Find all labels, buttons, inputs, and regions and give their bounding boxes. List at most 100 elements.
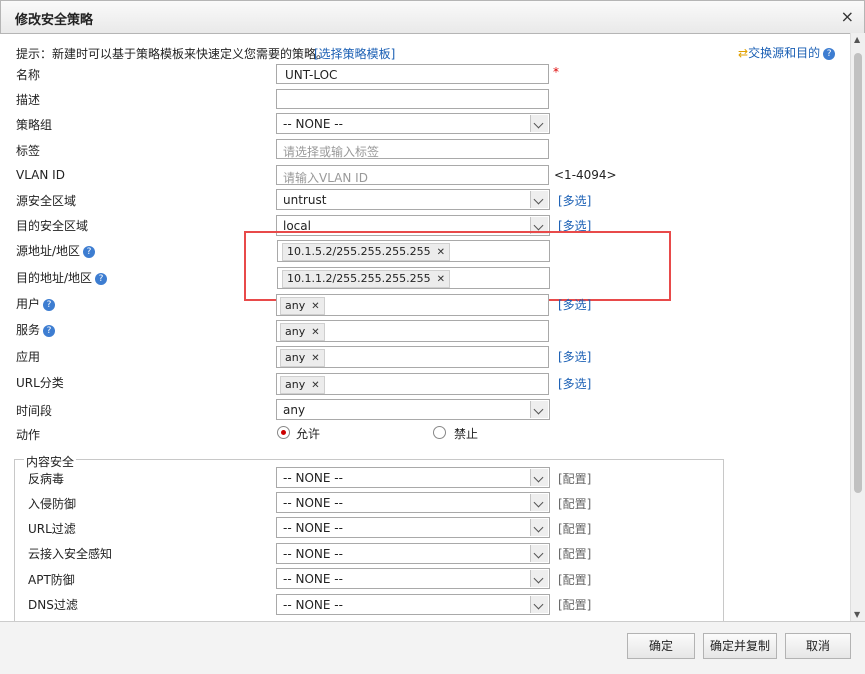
help-icon[interactable]: ?	[43, 324, 56, 337]
cloud-access-config-link[interactable]: [配置]	[558, 545, 591, 562]
action-label: 动作	[16, 428, 41, 442]
url-filter-select[interactable]: -- NONE --	[276, 517, 550, 538]
select-template-link[interactable]: [选择策略模板]	[314, 45, 395, 62]
scroll-down-icon[interactable]: ▼	[854, 610, 860, 619]
chevron-down-icon[interactable]	[530, 115, 548, 132]
remove-icon[interactable]: ✕	[311, 327, 319, 338]
group-value: -- NONE --	[283, 117, 343, 131]
app-tag: any ✕	[280, 349, 325, 367]
user-tag-text: any	[285, 299, 306, 312]
dns-filter-select[interactable]: -- NONE --	[276, 594, 550, 615]
src-addr-label-text: 源地址/地区	[16, 244, 81, 258]
ips-config-link[interactable]: [配置]	[558, 495, 591, 512]
help-icon[interactable]: ?	[823, 47, 836, 60]
apt-config-link[interactable]: [配置]	[558, 571, 591, 588]
dst-addr-label-text: 目的地址/地区	[16, 271, 93, 285]
cloud-access-label: 云接入安全感知	[28, 547, 113, 561]
src-zone-value: untrust	[283, 193, 327, 207]
service-tag: any ✕	[280, 323, 325, 341]
time-label: 时间段	[16, 404, 53, 418]
apt-select[interactable]: -- NONE --	[276, 568, 550, 589]
group-select[interactable]: -- NONE --	[276, 113, 550, 134]
tag-placeholder: 请选择或输入标签	[283, 145, 380, 159]
chevron-down-icon[interactable]	[530, 596, 548, 613]
highlight-box	[244, 231, 671, 301]
chevron-down-icon[interactable]	[530, 469, 548, 486]
dns-filter-config-link[interactable]: [配置]	[558, 596, 591, 613]
chevron-down-icon[interactable]	[530, 519, 548, 536]
help-icon[interactable]: ?	[83, 245, 96, 258]
apt-value: -- NONE --	[283, 572, 343, 586]
vlan-label: VLAN ID	[16, 168, 65, 182]
cloud-access-select[interactable]: -- NONE --	[276, 543, 550, 564]
src-zone-label: 源安全区域	[16, 194, 77, 208]
help-icon[interactable]: ?	[43, 298, 56, 311]
service-tag-text: any	[285, 325, 306, 338]
apt-label: APT防御	[28, 573, 75, 587]
group-label: 策略组	[16, 118, 53, 132]
required-marker: *	[553, 65, 559, 79]
name-label: 名称	[16, 68, 41, 82]
chevron-down-icon[interactable]	[530, 570, 548, 587]
user-label-text: 用户	[16, 297, 41, 311]
src-zone-select[interactable]: untrust	[276, 189, 550, 210]
cancel-button[interactable]: 取消	[785, 633, 851, 659]
user-tag: any ✕	[280, 297, 325, 315]
url-input[interactable]: any ✕	[276, 373, 549, 395]
url-filter-label: URL过滤	[28, 522, 76, 536]
remove-icon[interactable]: ✕	[311, 380, 319, 391]
service-label: 服务?	[16, 321, 56, 338]
chevron-down-icon[interactable]	[530, 401, 548, 418]
content-security-legend: 内容安全	[24, 453, 77, 470]
antivirus-value: -- NONE --	[283, 471, 343, 485]
dst-zone-label: 目的安全区域	[16, 219, 89, 233]
app-multi-link[interactable]: [多选]	[558, 348, 591, 365]
scroll-up-icon[interactable]: ▲	[854, 35, 860, 44]
remove-icon[interactable]: ✕	[311, 301, 319, 312]
antivirus-select[interactable]: -- NONE --	[276, 467, 550, 488]
url-tag-text: any	[285, 378, 306, 391]
antivirus-label: 反病毒	[28, 472, 65, 486]
chevron-down-icon[interactable]	[530, 494, 548, 511]
antivirus-config-link[interactable]: [配置]	[558, 470, 591, 487]
desc-input[interactable]	[276, 89, 549, 109]
ok-button[interactable]: 确定	[627, 633, 695, 659]
app-label: 应用	[16, 350, 41, 364]
src-zone-multi-link[interactable]: [多选]	[558, 192, 591, 209]
dialog-content: 提示：新建时可以基于策略模板来快速定义您需要的策略。 [选择策略模板] ⇄交换源…	[0, 33, 850, 621]
tag-label: 标签	[16, 144, 41, 158]
swap-label: 交换源和目的	[748, 46, 821, 60]
time-select[interactable]: any	[276, 399, 550, 420]
cloud-access-value: -- NONE --	[283, 547, 343, 561]
service-input[interactable]: any ✕	[276, 320, 549, 342]
user-multi-link[interactable]: [多选]	[558, 296, 591, 313]
desc-label: 描述	[16, 93, 41, 107]
tag-input[interactable]: 请选择或输入标签	[276, 139, 549, 159]
swap-src-dst-button[interactable]: ⇄交换源和目的?	[738, 44, 836, 61]
vertical-scrollbar[interactable]: ▲ ▼	[850, 33, 865, 621]
url-filter-value: -- NONE --	[283, 521, 343, 535]
scroll-thumb[interactable]	[854, 53, 862, 493]
close-icon[interactable]: ×	[841, 7, 854, 26]
vlan-placeholder: 请输入VLAN ID	[283, 171, 368, 185]
chevron-down-icon[interactable]	[530, 545, 548, 562]
url-filter-config-link[interactable]: [配置]	[558, 520, 591, 537]
vlan-input[interactable]: 请输入VLAN ID	[276, 165, 549, 185]
remove-icon[interactable]: ✕	[311, 353, 319, 364]
time-value: any	[283, 403, 306, 417]
chevron-down-icon[interactable]	[530, 191, 548, 208]
ips-select[interactable]: -- NONE --	[276, 492, 550, 513]
user-label: 用户?	[16, 295, 56, 312]
url-multi-link[interactable]: [多选]	[558, 375, 591, 392]
dns-filter-label: DNS过滤	[28, 598, 78, 612]
app-input[interactable]: any ✕	[276, 346, 549, 368]
name-input[interactable]: UNT-LOC	[276, 64, 549, 84]
dialog-titlebar: 修改安全策略 ×	[0, 0, 865, 34]
deny-label: 禁止	[454, 427, 479, 441]
hint-text: 提示：新建时可以基于策略模板来快速定义您需要的策略。	[16, 47, 329, 61]
help-icon[interactable]: ?	[95, 272, 108, 285]
user-input[interactable]: any ✕	[276, 294, 549, 316]
allow-radio[interactable]	[277, 426, 290, 439]
deny-radio[interactable]	[433, 426, 446, 439]
ok-copy-button[interactable]: 确定并复制	[703, 633, 777, 659]
